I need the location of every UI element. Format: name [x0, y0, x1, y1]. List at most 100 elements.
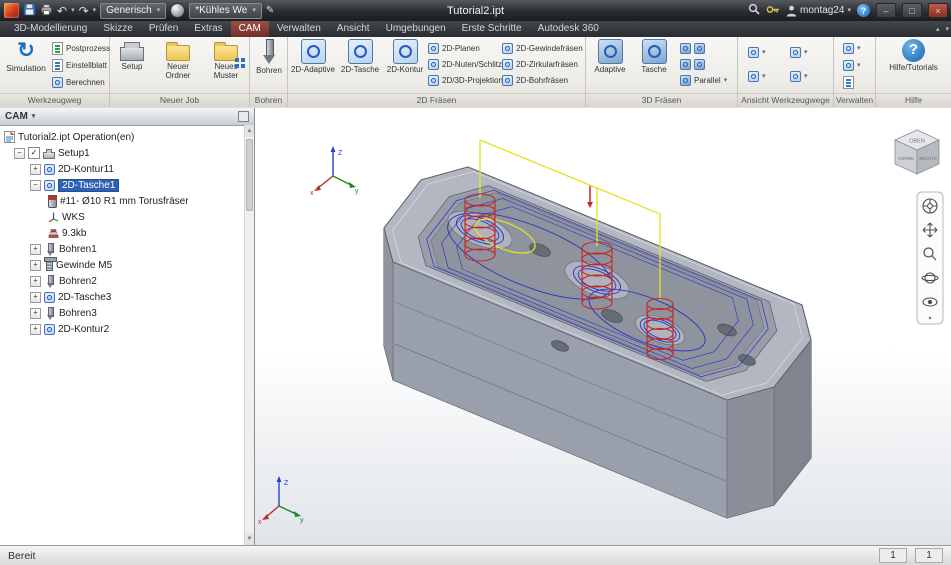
- browser-header[interactable]: CAM ▾: [0, 108, 254, 126]
- neues-muster-button[interactable]: Neues Muster: [204, 39, 248, 81]
- tab-erste-schritte[interactable]: Erste Schritte: [454, 21, 530, 37]
- tab-umgebungen[interactable]: Umgebungen: [378, 21, 454, 37]
- 3d-op-icon[interactable]: [680, 58, 691, 70]
- einstellblatt-button[interactable]: Einstellblatt: [52, 58, 108, 72]
- minimize-button[interactable]: –: [876, 3, 896, 18]
- chevron-down-icon: ▾: [804, 48, 808, 56]
- tab-cam[interactable]: CAM: [230, 21, 269, 37]
- search-button[interactable]: [748, 3, 760, 18]
- 3d-op-icon[interactable]: [694, 42, 705, 54]
- tree-item-2d-kontur11[interactable]: + 2D-Kontur11: [0, 161, 245, 177]
- scroll-up-icon[interactable]: ▲: [245, 125, 254, 137]
- tree-item-setup1[interactable]: − ✓ Setup1: [0, 145, 245, 161]
- 2d-nuten-schlitz-label: 2D-Nuten/Schlitz: [442, 59, 503, 69]
- tab-verwalten[interactable]: Verwalten: [269, 21, 329, 37]
- close-button[interactable]: ×: [928, 3, 948, 18]
- tree-item-tool[interactable]: #11- Ø10 R1 mm Torusfräser: [0, 193, 245, 209]
- collapse-icon[interactable]: −: [30, 179, 41, 191]
- 2d-kontur-button[interactable]: 2D-Kontur: [384, 39, 426, 75]
- setup-button[interactable]: Setup: [112, 39, 152, 72]
- viewport-canvas[interactable]: Z x y Z x y OBEN VORNE RECHTS ▾: [255, 108, 951, 545]
- checkbox-checked[interactable]: ✓: [28, 147, 40, 159]
- hilfe-tutorials-button[interactable]: ? Hilfe/Tutorials: [880, 39, 947, 73]
- 2d-bohrfraesen-button[interactable]: 2D-Bohrfräsen: [502, 73, 584, 87]
- browser-options-icon[interactable]: [238, 111, 249, 122]
- tree-item-gewinde-m5[interactable]: + Gewinde M5: [0, 257, 245, 273]
- save-button[interactable]: [23, 2, 36, 19]
- ribbon-options-icon[interactable]: ▾: [945, 26, 949, 33]
- simulation-button[interactable]: ↻ Simulation: [3, 39, 49, 73]
- 3d-parallel-button[interactable]: Parallel ▾: [680, 73, 727, 87]
- expand-icon[interactable]: +: [30, 307, 41, 319]
- neuer-ordner-button[interactable]: Neuer Ordner: [154, 39, 202, 81]
- tree-item-wks[interactable]: WKS: [0, 209, 245, 225]
- appearance-dropdown[interactable]: *Kühles We ▾: [189, 2, 262, 19]
- expand-icon[interactable]: +: [30, 163, 41, 175]
- view-cube[interactable]: OBEN VORNE RECHTS: [894, 129, 940, 175]
- navbar-more-icon[interactable]: ▾: [928, 316, 931, 322]
- material-dropdown[interactable]: Generisch ▾: [100, 2, 167, 19]
- tab-3d-modellierung[interactable]: 3D-Modellierung: [6, 21, 95, 37]
- tree-item-2d-tasche1-selected[interactable]: − 2D-Tasche1: [0, 177, 245, 193]
- maximize-button[interactable]: □: [902, 3, 922, 18]
- expand-icon[interactable]: +: [30, 323, 41, 335]
- 2d-nuten-schlitz-button[interactable]: 2D-Nuten/Schlitz: [428, 57, 503, 71]
- 3d-misc-row-2[interactable]: [680, 57, 705, 71]
- expand-icon[interactable]: +: [30, 291, 41, 303]
- toolpath-view-button-2[interactable]: ▾: [790, 45, 808, 59]
- tab-pruefen[interactable]: Prüfen: [141, 21, 186, 37]
- 3d-op-icon[interactable]: [680, 42, 691, 54]
- tree-item-2d-tasche3[interactable]: + 2D-Tasche3: [0, 289, 245, 305]
- material-ball-icon[interactable]: [170, 3, 186, 18]
- redo-button[interactable]: ↷: [79, 5, 89, 17]
- expand-icon[interactable]: +: [30, 275, 41, 287]
- inventor-logo-icon[interactable]: [4, 3, 19, 18]
- undo-button[interactable]: ↶: [57, 5, 67, 17]
- tree-item-bohren1[interactable]: + Bohren1: [0, 241, 245, 257]
- 3d-tasche-button[interactable]: Tasche: [634, 39, 674, 75]
- 2d-zirkularfraesen-button[interactable]: 2D-Zirkularfräsen: [502, 57, 584, 71]
- edit-appearance-icon[interactable]: ✎: [266, 5, 274, 17]
- 2d-gewindefraesen-button[interactable]: 2D-Gewindefräsen: [502, 41, 584, 55]
- model-viewport[interactable]: Z x y Z x y OBEN VORNE RECHTS ▾: [255, 108, 951, 545]
- tree-item-size[interactable]: 9.3kb: [0, 225, 245, 241]
- redo-caret-icon[interactable]: ▾: [93, 7, 97, 14]
- tab-ansicht[interactable]: Ansicht: [329, 21, 378, 37]
- tab-skizze[interactable]: Skizze: [95, 21, 140, 37]
- 2d-3d-projektion-button[interactable]: 2D/3D-Projektion: [428, 73, 503, 87]
- sign-in-key-button[interactable]: [766, 5, 780, 17]
- expand-icon[interactable]: +: [30, 243, 41, 255]
- berechnen-button[interactable]: Berechnen: [52, 75, 108, 89]
- toolpath-view-button-4[interactable]: ▾: [790, 69, 808, 83]
- 2d-adaptive-button[interactable]: 2D-Adaptive: [290, 39, 336, 75]
- bohren-button[interactable]: Bohren: [251, 39, 287, 76]
- toolpath-view-button-3[interactable]: ▾: [748, 69, 766, 83]
- ribbon-collapse-icon[interactable]: ▴: [936, 26, 940, 33]
- 3d-op-icon[interactable]: [694, 58, 705, 70]
- browser-scrollbar[interactable]: ▲ ▼: [244, 125, 254, 545]
- expand-icon[interactable]: +: [30, 259, 41, 271]
- 2d-planen-button[interactable]: 2D-Planen: [428, 41, 500, 55]
- print-button[interactable]: [40, 3, 53, 19]
- postprozess-button[interactable]: Postprozess: [52, 41, 110, 55]
- 3d-adaptive-button[interactable]: Adaptive: [588, 39, 632, 75]
- scroll-down-icon[interactable]: ▼: [245, 533, 254, 545]
- user-account-button[interactable]: montag24 ▾: [786, 5, 851, 17]
- toolpath-view-button-1[interactable]: ▾: [748, 45, 766, 59]
- tab-autodesk-360[interactable]: Autodesk 360: [530, 21, 607, 37]
- manage-button-1[interactable]: ▾: [843, 41, 861, 55]
- manage-button-3[interactable]: [843, 75, 854, 89]
- 2d-tasche-button[interactable]: 2D-Tasche: [338, 39, 382, 75]
- scrollbar-thumb[interactable]: [246, 139, 253, 211]
- help-button[interactable]: ?: [857, 4, 870, 17]
- 3d-misc-row-1[interactable]: [680, 41, 705, 55]
- undo-caret-icon[interactable]: ▾: [71, 7, 75, 14]
- manage-button-2[interactable]: ▾: [843, 58, 861, 72]
- tree-item-bohren3[interactable]: + Bohren3: [0, 305, 245, 321]
- tab-extras[interactable]: Extras: [186, 21, 230, 37]
- navigation-bar[interactable]: ▾: [916, 191, 944, 325]
- tree-item-2d-kontur2[interactable]: + 2D-Kontur2: [0, 321, 245, 337]
- tree-root[interactable]: Tutorial2.ipt Operation(en): [0, 129, 245, 145]
- tree-item-bohren2[interactable]: + Bohren2: [0, 273, 245, 289]
- collapse-icon[interactable]: −: [14, 147, 25, 159]
